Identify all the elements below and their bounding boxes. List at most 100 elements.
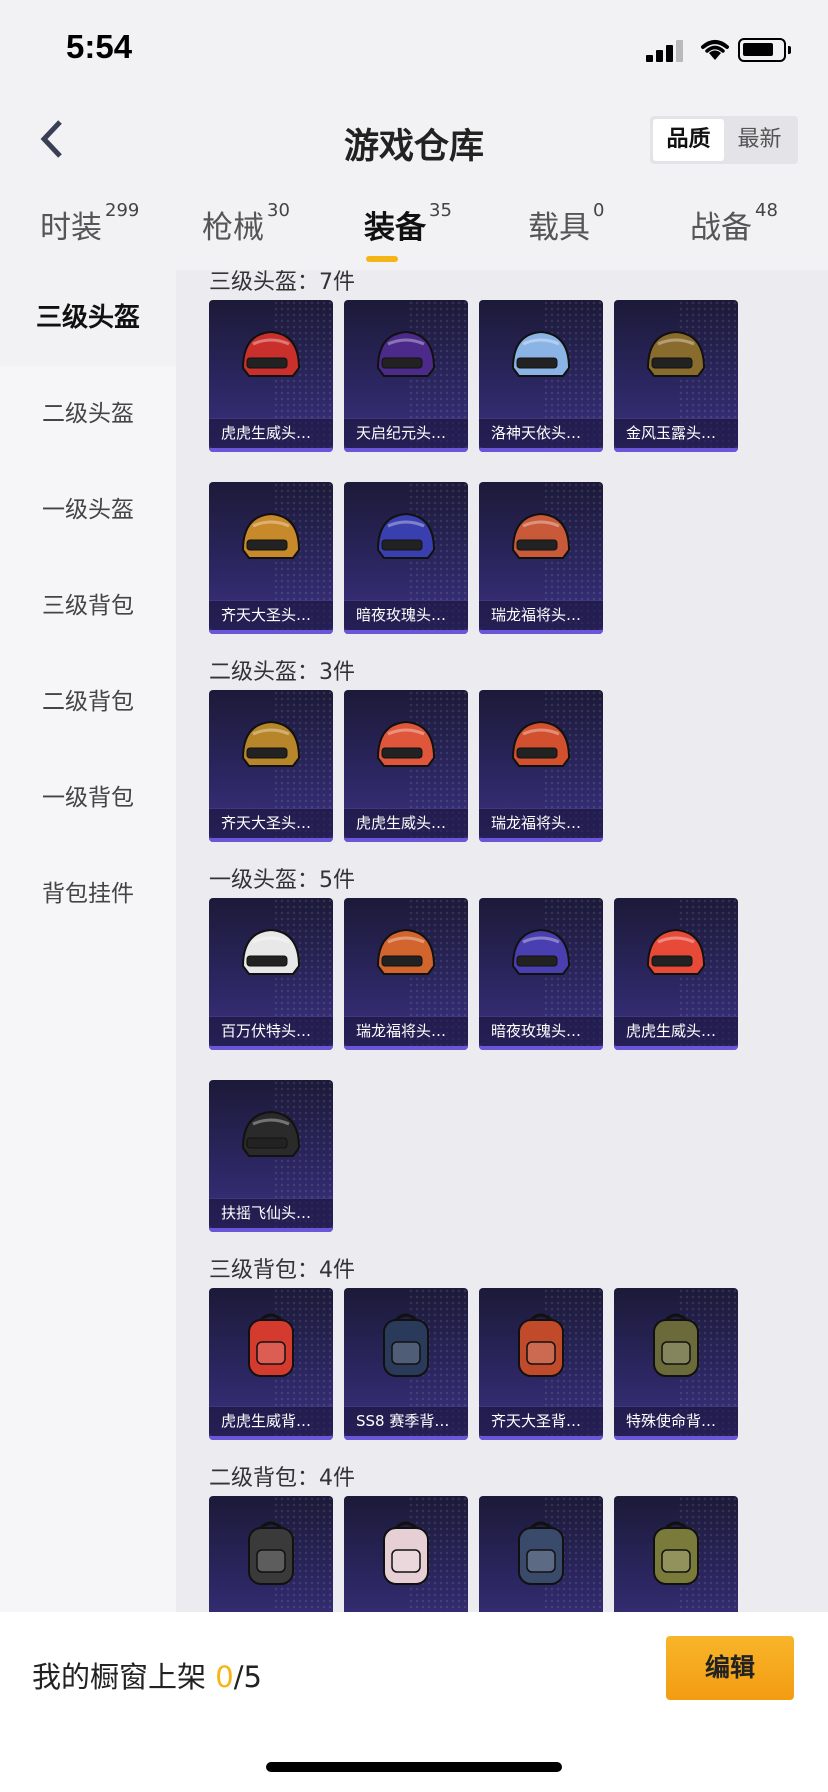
backpack-icon xyxy=(518,1521,564,1585)
item-card[interactable] xyxy=(614,1496,738,1612)
item-name: 扶摇飞仙头… xyxy=(209,1198,333,1228)
tab-vehicles[interactable]: 载具 0 xyxy=(528,200,604,247)
item-name: 天启纪元头… xyxy=(344,418,468,448)
tab-count: 299 xyxy=(105,200,140,221)
tab-label: 枪械 xyxy=(202,210,264,246)
tab-label: 时装 xyxy=(40,210,102,246)
item-card[interactable]: 暗夜玫瑰头… xyxy=(479,898,603,1050)
item-card[interactable]: 齐天大圣背… xyxy=(479,1288,603,1440)
item-name: 暗夜玫瑰头… xyxy=(479,1016,603,1046)
helmet-icon xyxy=(646,330,706,377)
tab-label: 载具 xyxy=(528,210,590,246)
helmet-icon xyxy=(376,928,436,975)
item-card[interactable]: 齐天大圣头… xyxy=(209,690,333,842)
item-card[interactable]: 天启纪元头… xyxy=(344,300,468,452)
item-name: 齐天大圣头… xyxy=(209,600,333,630)
status-bar: 5:54 xyxy=(0,0,828,96)
item-card[interactable]: 虎虎生威头… xyxy=(344,690,468,842)
sidebar-item-level1-backpack[interactable]: 一级背包 xyxy=(0,750,176,846)
helmet-icon xyxy=(241,720,301,767)
status-time: 5:54 xyxy=(66,28,133,65)
item-grid: 三级头盔：7件虎虎生威头… 天启纪元头… 洛神天依头… 金风玉露头… 齐天大圣头… 暗夜玫… xyxy=(176,270,828,1612)
sort-toggle: 品质 最新 xyxy=(650,116,798,164)
item-card[interactable]: 洛神天依头… xyxy=(479,300,603,452)
showcase-current-count: 0 xyxy=(215,1660,234,1694)
item-card[interactable]: 虎虎生威头… xyxy=(209,300,333,452)
nav-bar: 游戏仓库 品质 最新 xyxy=(0,96,828,186)
item-name: 齐天大圣头… xyxy=(209,808,333,838)
battery-icon xyxy=(738,38,791,62)
backpack-icon xyxy=(248,1521,294,1585)
home-indicator xyxy=(266,1762,562,1772)
edit-button[interactable]: 编辑 xyxy=(666,1636,794,1700)
sidebar-item-level3-backpack[interactable]: 三级背包 xyxy=(0,558,176,654)
tab-equipment[interactable]: 装备 35 xyxy=(364,200,452,247)
item-name: 瑞龙福将头… xyxy=(344,1016,468,1046)
wifi-icon xyxy=(701,40,729,60)
item-card[interactable]: 金风玉露头… xyxy=(614,300,738,452)
item-card[interactable] xyxy=(209,1496,333,1612)
tab-supplies[interactable]: 战备 48 xyxy=(690,200,778,247)
backpack-icon xyxy=(653,1313,699,1377)
bottom-bar: 我的橱窗上架 0/5 编辑 xyxy=(0,1612,828,1792)
item-card[interactable]: 瑞龙福将头… xyxy=(479,690,603,842)
tab-count: 30 xyxy=(267,200,290,221)
sort-by-quality[interactable]: 品质 xyxy=(653,119,724,161)
section-title: 一级头盔：5件 xyxy=(209,868,355,893)
helmet-icon xyxy=(376,512,436,559)
helmet-icon xyxy=(511,928,571,975)
backpack-icon xyxy=(383,1521,429,1585)
item-card[interactable]: 暗夜玫瑰头… xyxy=(344,482,468,634)
signal-icon xyxy=(646,38,688,62)
item-name: 金风玉露头… xyxy=(614,418,738,448)
backpack-icon xyxy=(383,1313,429,1377)
item-name: 虎虎生威头… xyxy=(614,1016,738,1046)
helmet-icon xyxy=(376,720,436,767)
item-card[interactable]: 齐天大圣头… xyxy=(209,482,333,634)
showcase-status: 我的橱窗上架 0/5 xyxy=(32,1654,262,1696)
showcase-total-count: /5 xyxy=(233,1660,262,1694)
item-card[interactable]: 虎虎生威头… xyxy=(614,898,738,1050)
item-card[interactable]: SS8 赛季背… xyxy=(344,1288,468,1440)
item-card[interactable]: 瑞龙福将头… xyxy=(344,898,468,1050)
item-card[interactable]: 特殊使命背… xyxy=(614,1288,738,1440)
item-name: 洛神天依头… xyxy=(479,418,603,448)
item-card[interactable] xyxy=(344,1496,468,1612)
backpack-icon xyxy=(518,1313,564,1377)
item-name: 瑞龙福将头… xyxy=(479,808,603,838)
category-tabs: 时装 299 枪械 30 装备 35 载具 0 战备 48 xyxy=(0,186,828,270)
helmet-icon xyxy=(241,512,301,559)
active-tab-indicator xyxy=(366,256,398,262)
helmet-icon xyxy=(511,330,571,377)
item-name: 瑞龙福将头… xyxy=(479,600,603,630)
helmet-icon xyxy=(376,330,436,377)
sidebar-item-level2-helmet[interactable]: 二级头盔 xyxy=(0,366,176,462)
section-title: 二级头盔：3件 xyxy=(209,660,355,685)
sidebar-item-level3-helmet[interactable]: 三级头盔 xyxy=(0,270,176,366)
item-card[interactable]: 瑞龙福将头… xyxy=(479,482,603,634)
helmet-icon xyxy=(241,928,301,975)
sidebar-item-level2-backpack[interactable]: 二级背包 xyxy=(0,654,176,750)
item-name: 特殊使命背… xyxy=(614,1406,738,1436)
item-card[interactable] xyxy=(479,1496,603,1612)
tab-fashion[interactable]: 时装 299 xyxy=(40,200,140,247)
sort-by-newest[interactable]: 最新 xyxy=(724,119,795,161)
item-name: 百万伏特头… xyxy=(209,1016,333,1046)
sidebar-item-backpack-charm[interactable]: 背包挂件 xyxy=(0,846,176,942)
item-name: SS8 赛季背… xyxy=(344,1406,468,1436)
helmet-icon xyxy=(511,720,571,767)
sidebar-item-level1-helmet[interactable]: 一级头盔 xyxy=(0,462,176,558)
tab-guns[interactable]: 枪械 30 xyxy=(202,200,290,247)
showcase-label: 我的橱窗上架 xyxy=(32,1660,207,1694)
item-card[interactable]: 百万伏特头… xyxy=(209,898,333,1050)
tab-count: 48 xyxy=(755,200,778,221)
item-name: 齐天大圣背… xyxy=(479,1406,603,1436)
helmet-icon xyxy=(646,928,706,975)
item-card[interactable]: 扶摇飞仙头… xyxy=(209,1080,333,1232)
item-card[interactable]: 虎虎生威背… xyxy=(209,1288,333,1440)
section-title: 三级背包：4件 xyxy=(209,1258,355,1283)
sidebar: 三级头盔 二级头盔 一级头盔 三级背包 二级背包 一级背包 背包挂件 xyxy=(0,270,176,1612)
item-name: 虎虎生威背… xyxy=(209,1406,333,1436)
section-title: 三级头盔：7件 xyxy=(209,270,355,295)
item-name: 虎虎生威头… xyxy=(344,808,468,838)
